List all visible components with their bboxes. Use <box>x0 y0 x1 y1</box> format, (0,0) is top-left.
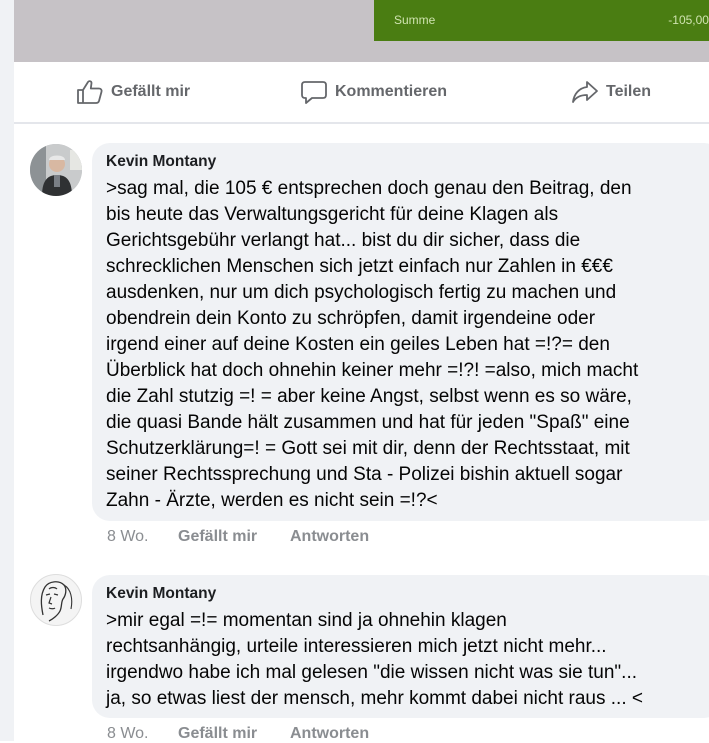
comment-line: bis heute das Verwaltungsgericht für dei… <box>106 204 559 225</box>
share-button[interactable]: Teilen <box>571 80 651 104</box>
comment-line: ja, so etwas liest der mensch, mehr komm… <box>106 688 643 709</box>
comment-line: schrecklichen Menschen sich jetzt einfac… <box>106 256 613 277</box>
post-image[interactable]: Summe -105,00 € <box>14 0 709 62</box>
speech-bubble-icon <box>301 81 327 104</box>
comment-label: Kommentieren <box>335 83 448 100</box>
comment-line: seiner Rechtssprechung und Sta - Polizei… <box>106 464 623 485</box>
comment-line: >sag mal, die 105 € entsprechen doch gen… <box>106 178 632 199</box>
comment-text: >sag mal, die 105 € entsprechen doch gen… <box>106 176 706 514</box>
like-label: Gefällt mir <box>111 83 191 100</box>
comment-age[interactable]: 8 Wo. <box>107 528 149 546</box>
comment-bubble: Kevin Montany >sag mal, die 105 € entspr… <box>92 143 709 521</box>
comment-line: ausdenken, nur um dich psychologisch fer… <box>106 282 617 303</box>
comment-reply-button[interactable]: Antworten <box>290 528 369 546</box>
sum-value: -105,00 € <box>668 13 709 27</box>
comment-line: obendrein dein Konto zu schröpfen, damit… <box>106 308 596 329</box>
sum-bar: Summe -105,00 € <box>374 0 709 41</box>
comment-bubble: Kevin Montany >mir egal =!= momentan sin… <box>92 575 709 718</box>
comment-like-button[interactable]: Gefällt mir <box>178 725 257 743</box>
comment-line: Zahn - Ärzte, werden es nicht sein =!?< <box>106 490 438 511</box>
comment-line: Gerichtsgebühr verlangt hat... bist du d… <box>106 230 581 251</box>
share-arrow-icon <box>572 81 598 103</box>
post-action-bar: Gefällt mir Kommentieren Teilen <box>14 62 709 123</box>
comment-line: Überblick hat doch ohnehin keiner mehr =… <box>106 360 639 381</box>
comment-line: die Zahl stutzig =! = aber keine Angst, … <box>106 386 632 407</box>
comment-author[interactable]: Kevin Montany <box>106 153 216 171</box>
avatar[interactable] <box>30 144 82 196</box>
comment-author[interactable]: Kevin Montany <box>106 585 216 603</box>
comment-line: irgend einer auf deine Kosten ein geiles… <box>106 334 610 355</box>
thumbs-up-icon <box>77 80 103 104</box>
profile-photo-icon <box>30 144 82 196</box>
comment-age[interactable]: 8 Wo. <box>107 725 149 743</box>
comment-like-button[interactable]: Gefällt mir <box>178 528 257 546</box>
comment-line: irgendwo habe ich mal gelesen "die wisse… <box>106 662 637 683</box>
comment-line: Schutzerklärung=! = Gott sei mit dir, de… <box>106 438 630 459</box>
comment-reply-button[interactable]: Antworten <box>290 725 369 743</box>
like-button[interactable]: Gefällt mir <box>76 80 190 104</box>
comment-line: >mir egal =!= momentan sind ja ohnehin k… <box>106 610 507 631</box>
comment-line: rechtsanhängig, urteile interessieren mi… <box>106 636 607 657</box>
comment-button[interactable]: Kommentieren <box>300 80 447 104</box>
section-divider <box>14 122 709 124</box>
comment-line: die quasi Bande hält zusammen und hat fü… <box>106 412 630 433</box>
share-label: Teilen <box>606 83 652 100</box>
comment-text: >mir egal =!= momentan sind ja ohnehin k… <box>106 608 706 712</box>
avatar[interactable] <box>30 574 82 626</box>
sum-label: Summe <box>394 13 436 27</box>
sketch-face-icon <box>40 581 73 622</box>
page-left-edge <box>0 0 14 741</box>
